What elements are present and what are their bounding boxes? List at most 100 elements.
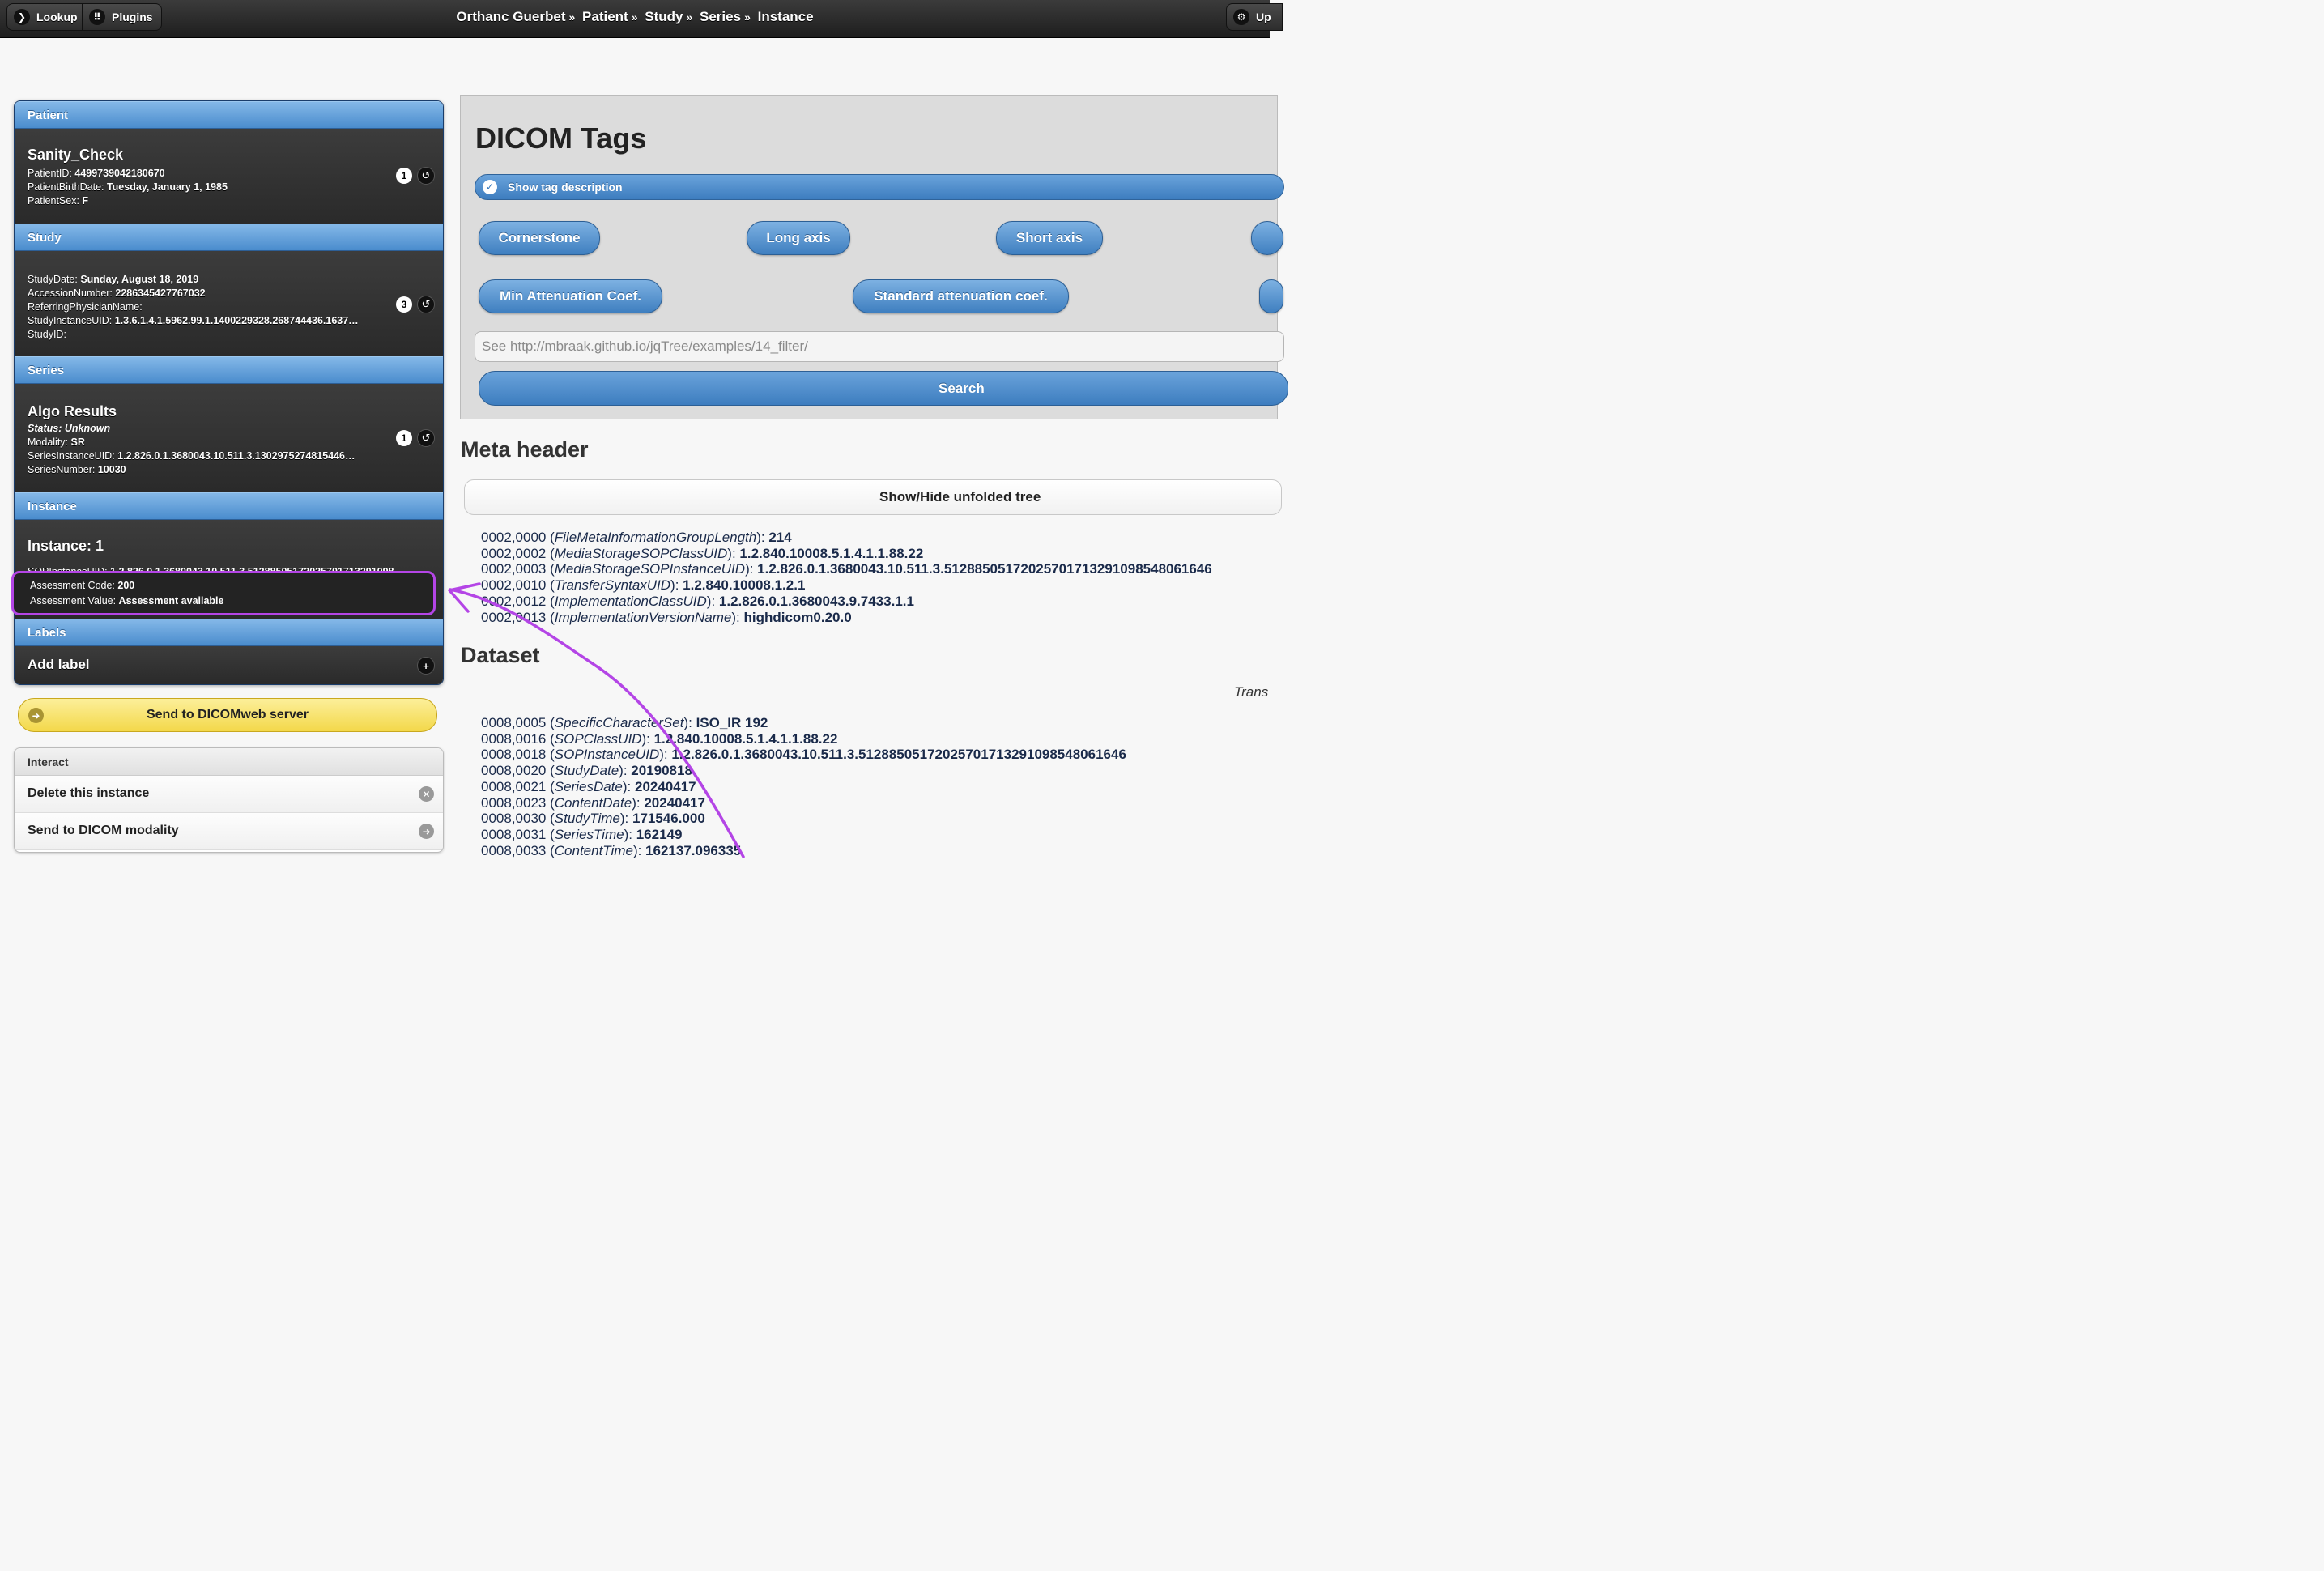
breadcrumb-study[interactable]: Study xyxy=(645,9,683,24)
breadcrumb-separator: » xyxy=(631,11,638,23)
tag-row: 0008,0031 (SeriesTime): 162149 xyxy=(481,826,683,842)
tag-name: ImplementationVersionName xyxy=(554,609,732,625)
tag-code: 0008,0018 xyxy=(481,747,547,763)
gear-icon: ⚙ xyxy=(1233,9,1249,25)
arrow-circle-icon: ➜ xyxy=(28,708,44,723)
meta-header-tag-list: 0002,0000 (FileMetaInformationGroupLengt… xyxy=(481,530,1212,625)
tag-name: ImplementationClassUID xyxy=(554,593,707,609)
show-tag-description-toggle[interactable]: ✓ Show tag description xyxy=(475,174,1284,200)
series-item[interactable]: Algo Results Status: Unknown Modality: S… xyxy=(15,384,443,492)
breadcrumb-series[interactable]: Series xyxy=(700,9,741,24)
series-name: Algo Results xyxy=(28,403,117,419)
tag-name: StudyTime xyxy=(554,811,620,827)
tag-row: 0008,0023 (ContentDate): 20240417 xyxy=(481,794,705,811)
patient-name: Sanity_Check xyxy=(28,147,124,163)
interact-header: Interact xyxy=(15,748,443,776)
tag-name: StudyDate xyxy=(554,763,619,779)
more-tool-button[interactable] xyxy=(1251,221,1283,255)
send-dicom-modality-label: Send to DICOM modality xyxy=(28,824,179,837)
tag-value: 1.2.840.10008.5.1.4.1.1.88.22 xyxy=(739,545,924,561)
tag-name: MediaStorageSOPInstanceUID xyxy=(554,561,746,577)
tag-row: 0008,0020 (StudyDate): 20190818 xyxy=(481,763,692,779)
plus-icon[interactable]: + xyxy=(417,657,435,675)
assessment-value-line: Assessment Value: Assessment available xyxy=(30,595,224,607)
tag-value: 1.2.826.0.1.3680043.9.7433.1.1 xyxy=(718,593,914,609)
tag-code: 0008,0030 xyxy=(481,811,547,827)
more-tool-button[interactable] xyxy=(1259,279,1283,313)
labels-header: Labels xyxy=(15,619,443,646)
tag-name: SOPClassUID xyxy=(554,730,642,747)
breadcrumb-instance[interactable]: Instance xyxy=(758,9,814,24)
tag-name: SpecificCharacterSet xyxy=(554,715,684,730)
upload-label: Up xyxy=(1256,11,1271,23)
study-header: Study xyxy=(15,224,443,251)
tag-row: 0008,0033 (ContentTime): 162137.096335 xyxy=(481,842,742,858)
series-instance-uid-line: SeriesInstanceUID: 1.2.826.0.1.3680043.1… xyxy=(28,450,355,462)
send-dicom-modality-button[interactable]: Send to DICOM modality ➜ xyxy=(15,813,443,850)
tag-name: SeriesTime xyxy=(554,826,624,842)
tag-value: 214 xyxy=(768,530,792,545)
tag-code: 0002,0012 xyxy=(481,593,547,609)
patient-sex-line: PatientSex: F xyxy=(28,195,89,206)
breadcrumb-separator: » xyxy=(744,11,751,23)
checkmark-icon: ✓ xyxy=(483,180,497,194)
tag-row: 0002,0012 (ImplementationClassUID): 1.2.… xyxy=(481,593,914,609)
instance-name: Instance: 1 xyxy=(28,538,104,554)
tag-row: 0002,0003 (MediaStorageSOPInstanceUID): … xyxy=(481,561,1212,577)
tag-row: 0002,0013 (ImplementationVersionName): h… xyxy=(481,609,852,625)
tag-row: 0002,0002 (MediaStorageSOPClassUID): 1.2… xyxy=(481,545,924,561)
tag-value: 1.2.826.0.1.3680043.10.511.3.51288505172… xyxy=(671,747,1126,763)
tag-value: 1.2.840.10008.5.1.4.1.1.88.22 xyxy=(653,730,838,747)
add-label-row[interactable]: Add label + xyxy=(15,646,443,684)
open-arrow-icon[interactable]: ↺ xyxy=(417,429,435,447)
tag-name: ContentDate xyxy=(554,794,632,811)
study-instance-uid-line: StudyInstanceUID: 1.3.6.1.4.1.5962.99.1.… xyxy=(28,315,359,326)
patient-item[interactable]: Sanity_Check PatientID: 4499739042180670… xyxy=(15,129,443,224)
short-axis-button[interactable]: Short axis xyxy=(996,221,1103,255)
upload-button[interactable]: ⚙ Up xyxy=(1226,3,1283,31)
delete-instance-button[interactable]: Delete this instance ✕ xyxy=(15,776,443,813)
assessment-code-line: Assessment Code: 200 xyxy=(30,580,135,591)
tag-row: 0008,0021 (SeriesDate): 20240417 xyxy=(481,778,696,794)
tag-filter-input[interactable] xyxy=(475,331,1284,362)
tag-name: MediaStorageSOPClassUID xyxy=(554,545,728,561)
dicom-tags-title: DICOM Tags xyxy=(475,121,647,155)
breadcrumb-patient[interactable]: Patient xyxy=(582,9,628,24)
send-dicomweb-button[interactable]: ➜ Send to DICOMweb server xyxy=(18,698,437,732)
study-item[interactable]: StudyDate: Sunday, August 18, 2019 Acces… xyxy=(15,251,443,356)
interact-list: Interact Delete this instance ✕ Send to … xyxy=(14,747,444,853)
delete-instance-label: Delete this instance xyxy=(28,786,150,800)
accession-number-line: AccessionNumber: 2286345427767032 xyxy=(28,287,206,299)
tag-value: ISO_IR 192 xyxy=(696,715,768,730)
breadcrumb-separator: » xyxy=(686,11,693,23)
tag-value: highdicom0.20.0 xyxy=(743,609,852,625)
open-arrow-icon[interactable]: ↺ xyxy=(417,167,435,185)
tag-row: 0002,0000 (FileMetaInformationGroupLengt… xyxy=(481,530,792,545)
add-label-text: Add label xyxy=(28,657,90,672)
tag-code: 0008,0021 xyxy=(481,778,547,794)
transfer-syntax-label: Trans xyxy=(1234,684,1269,700)
arrow-circle-icon: ➜ xyxy=(419,824,434,839)
toggle-unfolded-tree-button[interactable]: Show/Hide unfolded tree xyxy=(464,479,1282,515)
breadcrumb: Orthanc Guerbet» Patient» Study» Series»… xyxy=(0,9,1270,25)
long-axis-button[interactable]: Long axis xyxy=(747,221,850,255)
tag-value: 171546.000 xyxy=(632,811,705,827)
standard-attenuation-button[interactable]: Standard attenuation coef. xyxy=(853,279,1069,313)
tag-name: SeriesDate xyxy=(554,778,623,794)
study-id-line: StudyID: xyxy=(28,329,66,340)
breadcrumb-separator: » xyxy=(568,11,576,23)
breadcrumb-orthanc[interactable]: Orthanc Guerbet xyxy=(456,9,565,24)
send-dicomweb-label: Send to DICOMweb server xyxy=(146,708,309,722)
min-attenuation-button[interactable]: Min Attenuation Coef. xyxy=(479,279,662,313)
tag-code: 0002,0010 xyxy=(481,577,547,594)
open-arrow-icon[interactable]: ↺ xyxy=(417,296,435,313)
cornerstone-button[interactable]: Cornerstone xyxy=(479,221,600,255)
study-count-badge: 3 xyxy=(396,296,412,313)
tag-row: 0008,0030 (StudyTime): 171546.000 xyxy=(481,811,705,827)
tag-name: FileMetaInformationGroupLength xyxy=(554,530,757,545)
close-icon: ✕ xyxy=(419,786,434,802)
tag-code: 0008,0005 xyxy=(481,715,547,730)
tag-value: 20240417 xyxy=(634,778,696,794)
search-button[interactable]: Search xyxy=(479,371,1288,406)
show-tag-description-label: Show tag description xyxy=(508,181,623,194)
